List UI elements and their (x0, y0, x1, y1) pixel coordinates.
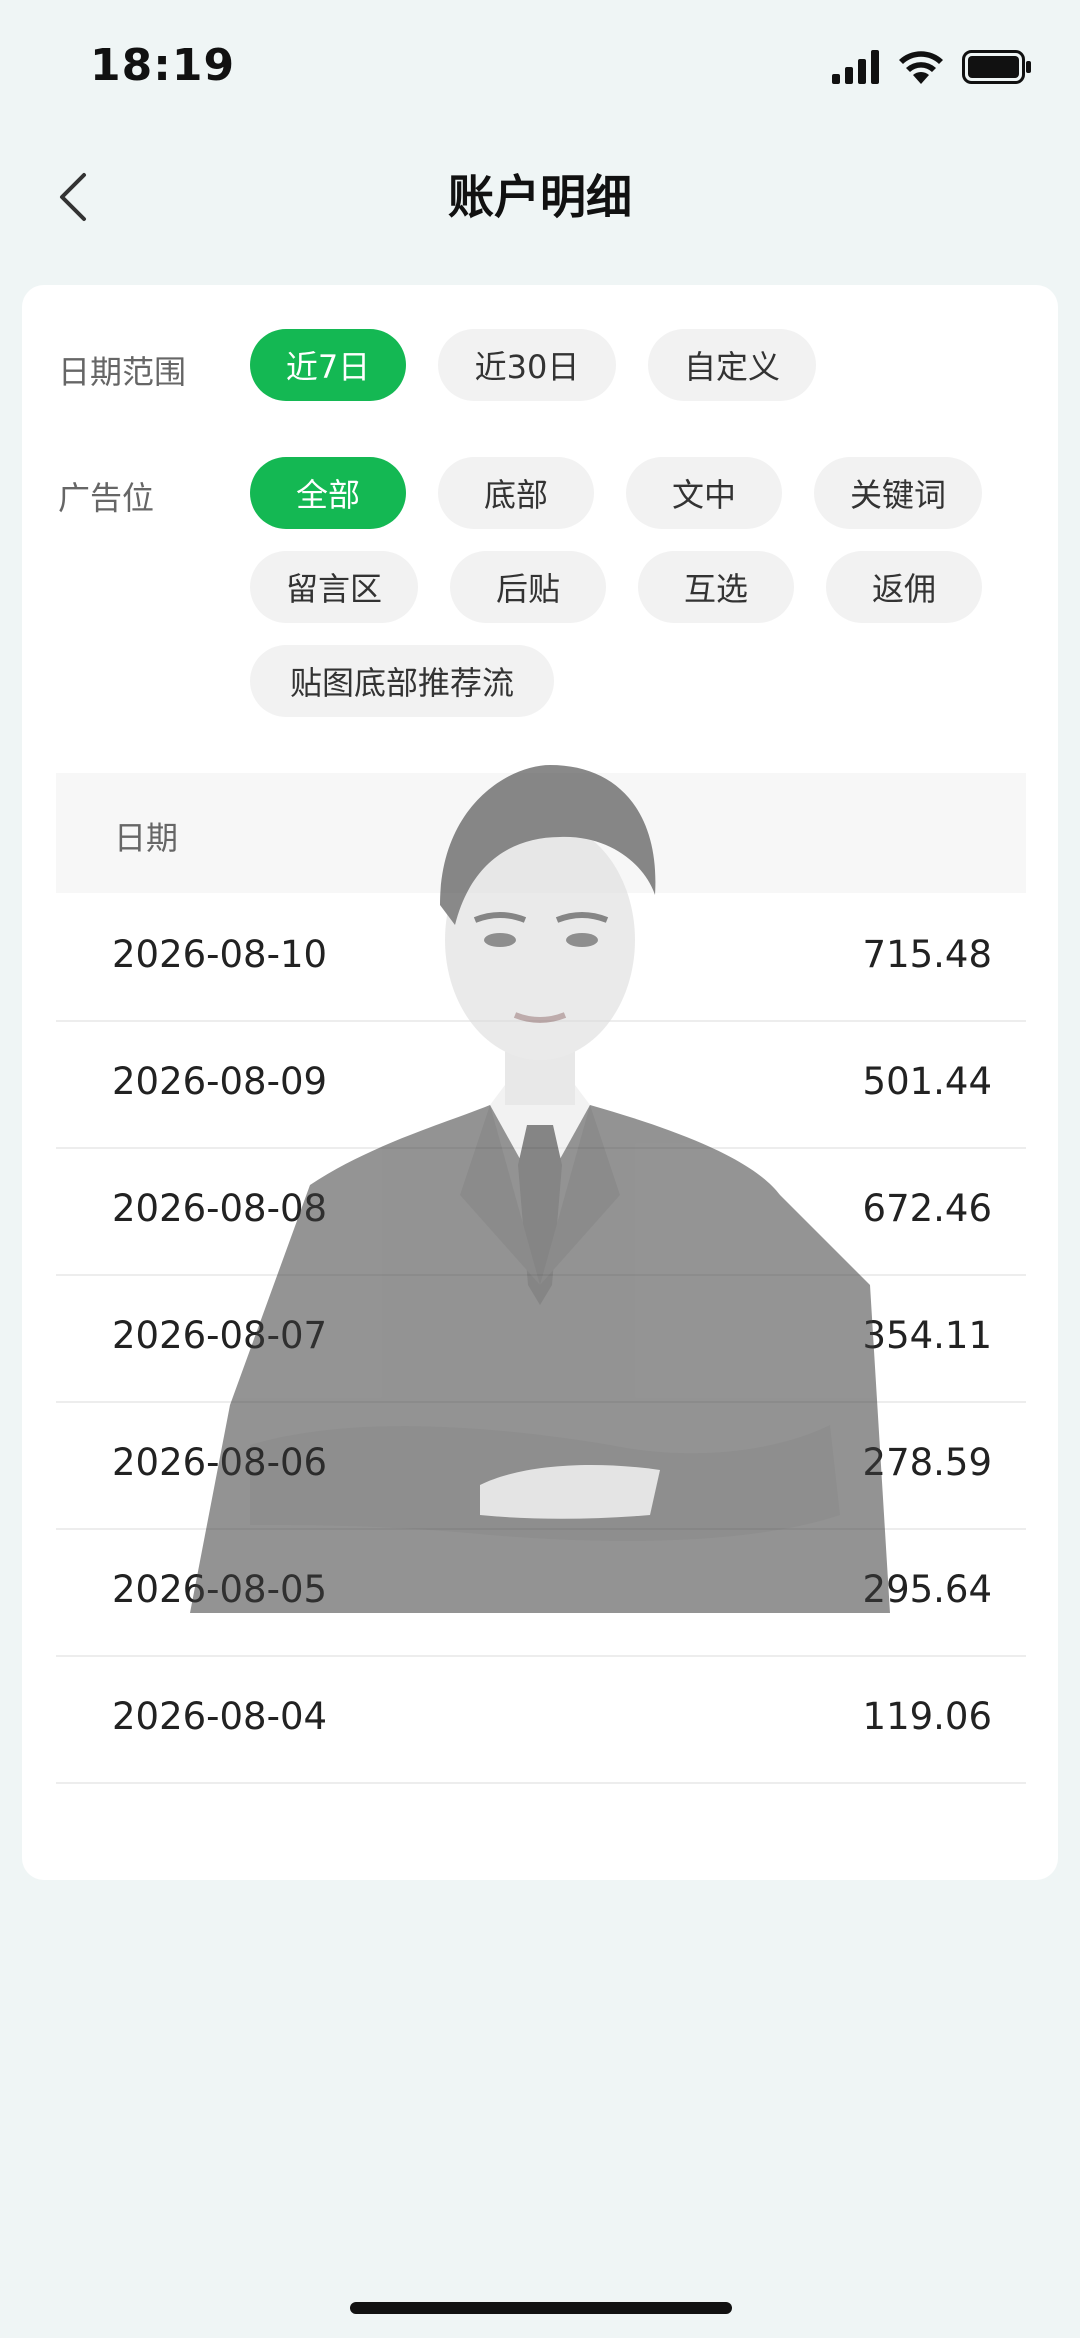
chip-commission[interactable]: 返佣 (826, 551, 982, 623)
column-header-date: 日期 (114, 819, 179, 857)
row-date: 2026-08-06 (112, 1441, 328, 1484)
home-indicator (350, 2302, 732, 2314)
table-row: 2026-08-04 119.06 (56, 1655, 1026, 1784)
chip-keyword[interactable]: 关键词 (814, 457, 982, 529)
row-amount: 295.64 (862, 1568, 992, 1611)
chip-custom[interactable]: 自定义 (648, 329, 816, 401)
chip-last-30-days[interactable]: 近30日 (438, 329, 616, 401)
row-amount: 715.48 (862, 933, 992, 976)
status-bar: 18:19 (0, 0, 1080, 130)
chip-post-roll[interactable]: 后贴 (450, 551, 606, 623)
row-date: 2026-08-09 (112, 1060, 328, 1103)
nav-bar: 账户明细 (0, 140, 1080, 250)
table-row: 2026-08-05 295.64 (56, 1528, 1026, 1657)
row-amount: 354.11 (862, 1314, 992, 1357)
chip-comment-area[interactable]: 留言区 (250, 551, 418, 623)
row-date: 2026-08-07 (112, 1314, 328, 1357)
battery-icon (962, 50, 1031, 84)
date-range-label: 日期范围 (58, 353, 187, 391)
row-amount: 278.59 (862, 1441, 992, 1484)
row-amount: 672.46 (862, 1187, 992, 1230)
table-header: 日期 (56, 773, 1026, 893)
status-icons (832, 50, 1032, 84)
row-amount: 119.06 (862, 1695, 992, 1738)
signal-icon (832, 50, 879, 84)
chip-all[interactable]: 全部 (250, 457, 406, 529)
chip-image-bottom-feed[interactable]: 贴图底部推荐流 (250, 645, 554, 717)
row-date: 2026-08-08 (112, 1187, 328, 1230)
row-amount: 501.44 (862, 1060, 992, 1103)
table-row: 2026-08-06 278.59 (56, 1401, 1026, 1530)
ad-position-label: 广告位 (58, 479, 155, 517)
table-row: 2026-08-08 672.46 (56, 1147, 1026, 1276)
table-row: 2026-08-10 715.48 (56, 893, 1026, 1022)
wifi-icon (899, 51, 943, 84)
account-detail-card: 日期范围 近7日 近30日 自定义 广告位 全部 底部 文中 关键词 留言区 后… (22, 285, 1058, 1880)
chip-in-article[interactable]: 文中 (626, 457, 782, 529)
row-date: 2026-08-10 (112, 933, 328, 976)
table-row: 2026-08-07 354.11 (56, 1274, 1026, 1403)
row-date: 2026-08-05 (112, 1568, 328, 1611)
chip-bottom[interactable]: 底部 (438, 457, 594, 529)
row-date: 2026-08-04 (112, 1695, 328, 1738)
chip-last-7-days[interactable]: 近7日 (250, 329, 406, 401)
chip-mutual-select[interactable]: 互选 (638, 551, 794, 623)
status-time: 18:19 (90, 40, 236, 91)
table-row: 2026-08-09 501.44 (56, 1020, 1026, 1149)
page-title: 账户明细 (448, 170, 632, 224)
